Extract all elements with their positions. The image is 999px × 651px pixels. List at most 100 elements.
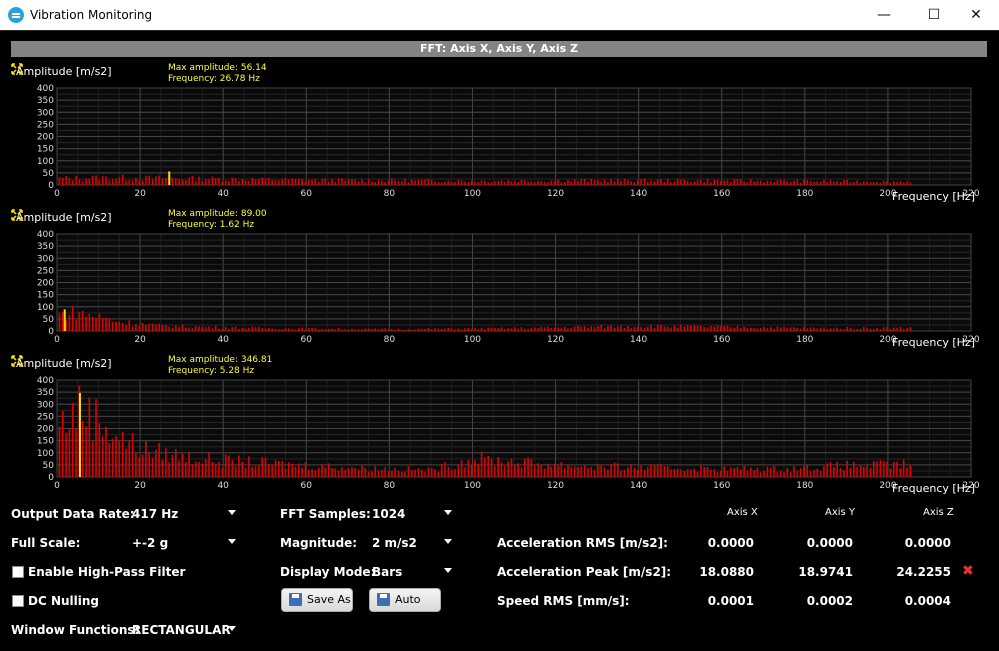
expand-icon[interactable] bbox=[11, 355, 23, 367]
chart-bar bbox=[450, 181, 453, 185]
chart-bar bbox=[191, 328, 194, 331]
dc-nulling-checkbox[interactable] bbox=[12, 595, 24, 607]
chart-bar bbox=[656, 179, 659, 185]
expand-icon[interactable] bbox=[11, 63, 23, 75]
chart-bar bbox=[753, 181, 755, 185]
chart-bar bbox=[98, 313, 101, 331]
chart-bar bbox=[720, 471, 722, 477]
chart-bar bbox=[81, 421, 84, 477]
chart-bar bbox=[91, 176, 94, 185]
save-as-button[interactable]: Save As bbox=[281, 588, 353, 612]
full-scale-select[interactable]: +-2 g bbox=[132, 536, 168, 550]
chart-bar bbox=[696, 325, 699, 331]
chevron-down-icon[interactable] bbox=[444, 539, 452, 544]
chart-bar bbox=[892, 461, 895, 477]
chevron-down-icon[interactable] bbox=[228, 510, 236, 515]
chart-bar bbox=[58, 313, 61, 331]
chart-bar bbox=[494, 466, 496, 477]
chart-bar bbox=[856, 466, 858, 477]
chart-bar bbox=[500, 462, 503, 477]
chart-bar bbox=[125, 448, 127, 477]
output-data-rate-select[interactable]: 417 Hz bbox=[132, 507, 178, 521]
chart-bar bbox=[630, 464, 632, 477]
chart-bar bbox=[716, 472, 719, 477]
chart-bar bbox=[806, 328, 809, 331]
chart-bar bbox=[763, 327, 765, 331]
chevron-down-icon[interactable] bbox=[444, 568, 452, 573]
chart-bar bbox=[650, 464, 652, 477]
expand-icon[interactable] bbox=[11, 209, 23, 221]
maximize-button[interactable]: ☐ bbox=[911, 0, 957, 30]
chart-bar bbox=[251, 326, 254, 331]
chart-bar bbox=[557, 327, 559, 331]
chart-bar bbox=[547, 182, 549, 185]
chart-bar bbox=[836, 461, 838, 477]
chart-bar bbox=[510, 458, 513, 477]
auto-save-button[interactable]: Auto Save bbox=[369, 588, 441, 628]
chart-bar bbox=[856, 329, 858, 331]
chart-bar bbox=[95, 399, 97, 477]
chart-bar bbox=[224, 454, 227, 477]
chart-bar bbox=[304, 462, 307, 477]
chevron-down-icon[interactable] bbox=[228, 626, 236, 631]
display-mode-select[interactable]: Bars bbox=[372, 565, 402, 579]
peak-bar bbox=[78, 392, 81, 477]
x-tick-label: 160 bbox=[713, 335, 730, 345]
chart-bar bbox=[826, 463, 829, 477]
minimize-button[interactable]: — bbox=[861, 0, 907, 30]
chart-plot[interactable]: 0501001502002503003504000 20 40 60 80 100 120 1… bbox=[11, 209, 987, 349]
window-functions-select[interactable]: RECTANGULAR bbox=[132, 623, 231, 637]
chart-bar bbox=[75, 175, 77, 185]
chart-plot[interactable]: 0501001502002503003504000 20 40 60 80 100 120 1… bbox=[11, 63, 987, 203]
chart-bar bbox=[846, 460, 848, 477]
chart-bar bbox=[484, 180, 486, 185]
chart-bar bbox=[155, 324, 157, 331]
high-pass-checkbox[interactable] bbox=[12, 566, 24, 578]
chart-bar bbox=[710, 325, 712, 331]
chart-bar bbox=[131, 180, 134, 185]
chevron-down-icon[interactable] bbox=[228, 539, 236, 544]
chart-bar bbox=[115, 321, 117, 331]
fft-samples-select[interactable]: 1024 bbox=[372, 507, 405, 521]
chart-plot[interactable]: 0501001502002503003504000 20 40 60 80 100 120 1… bbox=[11, 355, 987, 495]
chart-bar bbox=[470, 464, 473, 477]
chart-bar bbox=[201, 326, 204, 331]
reset-peak-icon[interactable]: ✖ bbox=[962, 563, 974, 579]
close-button[interactable]: ✕ bbox=[953, 0, 999, 30]
chart-bar bbox=[221, 181, 224, 185]
chart-bar bbox=[347, 178, 350, 185]
acceleration-peak-z: 24.2255 bbox=[896, 565, 951, 579]
window-functions-label: Window Functions: bbox=[11, 623, 140, 637]
chart-bar bbox=[397, 180, 400, 185]
chart-bar bbox=[105, 317, 107, 331]
chart-bar bbox=[783, 180, 785, 185]
chart-bar bbox=[331, 328, 333, 331]
chart-bar bbox=[759, 327, 762, 331]
chart-bar bbox=[58, 426, 61, 477]
y-tick-label: 350 bbox=[37, 388, 54, 398]
chart-bar bbox=[869, 328, 872, 331]
chart-bar bbox=[414, 469, 416, 477]
magnitude-select[interactable]: 2 m/s2 bbox=[372, 536, 417, 550]
chart-bar bbox=[783, 326, 785, 331]
chart-bar bbox=[381, 469, 383, 477]
chart-bar bbox=[872, 329, 875, 331]
chart-bar bbox=[101, 436, 104, 477]
chart-bar bbox=[254, 179, 257, 185]
chart-bar bbox=[537, 327, 539, 331]
y-tick-label: 100 bbox=[37, 449, 54, 459]
y-tick-label: 350 bbox=[37, 96, 54, 106]
chart-bar bbox=[201, 463, 204, 477]
chart-bar bbox=[194, 326, 197, 331]
chart-bar bbox=[324, 178, 327, 185]
chart-bar bbox=[896, 327, 898, 331]
column-header-axis-y: Axis Y bbox=[825, 507, 856, 518]
chart-bar bbox=[128, 440, 131, 477]
chart-bar bbox=[882, 327, 885, 331]
chart-bar bbox=[547, 463, 549, 477]
chart-bar bbox=[839, 468, 842, 477]
chevron-down-icon[interactable] bbox=[444, 510, 452, 515]
chart-bar bbox=[736, 325, 739, 331]
chart-bar bbox=[105, 426, 107, 477]
chart-bar bbox=[171, 328, 174, 331]
